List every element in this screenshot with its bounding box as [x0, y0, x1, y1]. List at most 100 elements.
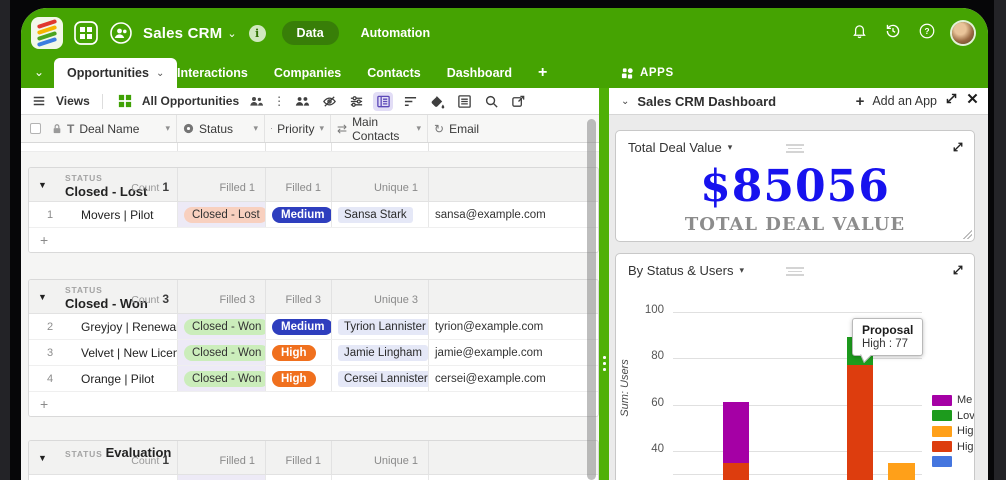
column-header-priority[interactable]: Priority ▾: [265, 115, 331, 142]
priority-cell[interactable]: High: [266, 366, 332, 391]
deal-name-cell[interactable]: 3Velvet | New Licenses: [29, 340, 178, 365]
view-options-dots-icon[interactable]: ⋮: [273, 94, 285, 108]
priority-cell[interactable]: High: [266, 475, 332, 480]
card-caret-icon[interactable]: ▾: [728, 142, 733, 153]
priority-cell[interactable]: High: [266, 340, 332, 365]
view-name[interactable]: All Opportunities: [142, 94, 239, 108]
expand-dashboard-icon[interactable]: [945, 92, 958, 110]
column-header-email[interactable]: ↻ Email: [428, 115, 599, 142]
column-caret-icon[interactable]: ▾: [416, 123, 421, 134]
expand-card-icon[interactable]: [952, 140, 964, 158]
close-apps-panel-icon[interactable]: [966, 92, 979, 110]
email-cell[interactable]: sansa@example.com: [429, 202, 598, 227]
column-header-status[interactable]: Status ▾: [177, 115, 265, 142]
deal-name-cell[interactable]: 1Movers | Pilot: [29, 202, 178, 227]
contact-cell[interactable]: Sansa Stark: [332, 202, 429, 227]
add-record-row[interactable]: +: [29, 228, 598, 252]
vertical-scrollbar[interactable]: [587, 119, 596, 480]
bar-segment-high[interactable]: [888, 463, 915, 480]
hide-fields-icon[interactable]: [319, 92, 339, 111]
user-avatar[interactable]: [952, 22, 974, 44]
automation-tab-button[interactable]: Automation: [361, 26, 430, 40]
add-record-row[interactable]: +: [29, 392, 598, 416]
help-icon[interactable]: ?: [918, 22, 936, 45]
summary-card-title[interactable]: Total Deal Value ▾: [628, 140, 732, 155]
add-table-button[interactable]: +: [538, 64, 547, 82]
card-resize-handle[interactable]: [963, 230, 972, 239]
deal-name-cell[interactable]: 5Apple | Pilot: [29, 475, 178, 480]
text-field-icon: T: [67, 122, 74, 136]
history-icon[interactable]: [884, 22, 902, 45]
status-cell[interactable]: Evaluation: [178, 475, 266, 480]
collapse-group-icon[interactable]: ▼: [38, 180, 47, 190]
add-record-plus-icon[interactable]: +: [40, 396, 48, 412]
data-tab-button[interactable]: Data: [282, 21, 339, 45]
email-cell[interactable]: tyrion@example.com: [429, 314, 598, 339]
tab-contacts[interactable]: Contacts: [367, 66, 420, 80]
tab-opportunities[interactable]: Opportunities ⌄: [54, 58, 177, 88]
contact-cell[interactable]: Cersei Lannister: [332, 366, 429, 391]
column-caret-icon[interactable]: ▾: [165, 123, 170, 134]
search-icon[interactable]: [481, 92, 501, 111]
notifications-bell-icon[interactable]: [851, 22, 868, 44]
select-all-checkbox[interactable]: [30, 123, 41, 134]
views-button[interactable]: Views: [56, 94, 90, 108]
column-header-deal-name[interactable]: T Deal Name ▾: [21, 115, 177, 142]
deal-name-cell[interactable]: 2Greyjoy | Renewal: [29, 314, 178, 339]
bar-segment-high[interactable]: [847, 365, 873, 480]
priority-cell[interactable]: Medium: [266, 314, 332, 339]
status-cell[interactable]: Closed - Lost: [178, 202, 266, 227]
email-value: jamie@example.com: [435, 347, 543, 359]
status-cell[interactable]: Closed - Won: [178, 340, 266, 365]
sort-icon[interactable]: [400, 92, 420, 111]
base-title-caret-icon[interactable]: ⌄: [227, 27, 236, 40]
add-app-plus-icon[interactable]: +: [856, 93, 865, 110]
email-cell[interactable]: cersei@example.com: [429, 366, 598, 391]
view-collaborators-icon[interactable]: [246, 92, 266, 111]
priority-cell[interactable]: Medium: [266, 202, 332, 227]
views-menu-icon[interactable]: [29, 92, 49, 111]
card-drag-handle[interactable]: [786, 142, 804, 155]
sidebar-toggle-chevron-icon[interactable]: ⌄: [34, 65, 44, 79]
contact-cell[interactable]: Jamie Lingham: [332, 340, 429, 365]
base-title[interactable]: Sales CRM: [143, 25, 222, 42]
column-caret-icon[interactable]: ▾: [319, 123, 324, 134]
legend-item: Hig: [932, 441, 974, 453]
deal-name-cell[interactable]: 4Orange | Pilot: [29, 366, 178, 391]
info-icon[interactable]: i: [249, 25, 266, 42]
app-logo-icon[interactable]: [31, 17, 63, 49]
contact-cell[interactable]: Tyrion Lannister: [332, 314, 429, 339]
tab-companies[interactable]: Companies: [274, 66, 341, 80]
group-header[interactable]: ▼ STATUS Closed - Lost Count1 Filled 1 F…: [29, 168, 598, 202]
bar-segment-medium[interactable]: [723, 402, 749, 462]
column-caret-icon[interactable]: ▾: [253, 123, 258, 134]
status-cell[interactable]: Closed - Won: [178, 314, 266, 339]
tab-dashboard[interactable]: Dashboard: [447, 66, 512, 80]
tab-interactions[interactable]: Interactions: [177, 66, 248, 80]
collaborators-icon[interactable]: [109, 21, 133, 45]
contact-cell[interactable]: Ned Stark: [332, 475, 429, 480]
group-header[interactable]: ▼ STATUS Evaluation Count1 Filled 1 Fill…: [29, 441, 598, 475]
grid-view-icon[interactable]: [115, 92, 135, 111]
dashboard-collapse-chevron-icon[interactable]: ⌄: [621, 96, 629, 107]
collapse-group-icon[interactable]: ▼: [38, 292, 47, 302]
group-header[interactable]: ▼ STATUS Closed - Won Count3 Filled 3 Fi…: [29, 280, 598, 314]
bar-segment-high[interactable]: [723, 463, 749, 480]
add-app-button[interactable]: Add an App: [872, 94, 937, 108]
email-cell[interactable]: ned@example.com: [429, 475, 598, 480]
share-view-icon[interactable]: [508, 92, 528, 111]
tab-list: Interactions Companies Contacts Dashboar…: [161, 58, 547, 88]
group-records-icon[interactable]: [373, 92, 393, 111]
filter-icon[interactable]: [346, 92, 366, 111]
status-cell[interactable]: Closed - Won: [178, 366, 266, 391]
email-cell[interactable]: jamie@example.com: [429, 340, 598, 365]
row-height-icon[interactable]: [454, 92, 474, 111]
bases-grid-icon[interactable]: [73, 20, 99, 46]
collapse-group-icon[interactable]: ▼: [38, 453, 47, 463]
email-value: sansa@example.com: [435, 209, 546, 221]
row-color-icon[interactable]: [427, 92, 447, 111]
share-view-users-icon[interactable]: [292, 92, 312, 111]
column-header-main-contacts[interactable]: ⇄ Main Contacts ▾: [331, 115, 428, 142]
panel-resize-divider[interactable]: [599, 88, 609, 480]
add-record-plus-icon[interactable]: +: [40, 232, 48, 248]
